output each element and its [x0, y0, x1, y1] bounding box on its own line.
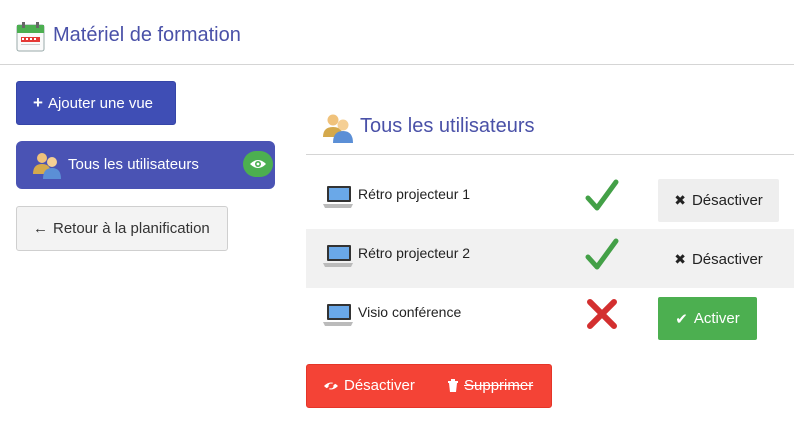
page-header: Matériel de formation — [0, 0, 794, 65]
list-item: Visio conférence ✔ Activer — [306, 288, 794, 347]
close-icon: ✖ — [674, 251, 686, 267]
cross-icon — [587, 299, 617, 329]
visibility-toggle[interactable] — [243, 151, 273, 177]
users-icon — [323, 114, 353, 143]
sidebar-item-label: Tous les utilisateurs — [68, 156, 199, 173]
laptop-icon — [323, 186, 353, 208]
item-name: Visio conférence — [358, 304, 462, 320]
deactivate-label: Désactiver — [691, 251, 763, 268]
close-icon: ✖ — [674, 192, 686, 208]
equipment-list: Rétro projecteur 1 ✖ Désactiver Rétro pr… — [306, 170, 794, 347]
checkmark-icon — [585, 179, 619, 211]
checkmark-icon — [585, 238, 619, 270]
list-item: Rétro projecteur 2 ✖ Désactiver — [306, 229, 794, 288]
deactivate-view-label: Désactiver — [344, 377, 415, 394]
sidebar-item-all-users[interactable]: Tous les utilisateurs — [16, 141, 275, 189]
item-name: Rétro projecteur 1 — [358, 186, 471, 202]
laptop-icon — [323, 245, 353, 267]
laptop-icon — [323, 304, 353, 326]
deactivate-view-button[interactable]: Désactiver — [323, 377, 415, 394]
section-header: Tous les utilisateurs — [306, 100, 794, 155]
trash-icon — [448, 379, 458, 392]
section-title: Tous les utilisateurs — [360, 115, 535, 137]
plus-icon: + — [33, 93, 43, 112]
item-name: Rétro projecteur 2 — [358, 245, 471, 261]
view-actions-bar: Désactiver Supprimer — [306, 364, 552, 408]
users-icon — [33, 153, 61, 179]
check-icon: ✔ — [675, 310, 688, 328]
activate-label: Activer — [693, 310, 740, 327]
list-item: Rétro projecteur 1 ✖ Désactiver — [306, 170, 794, 229]
deactivate-button[interactable]: ✖ Désactiver — [658, 238, 779, 281]
delete-view-button[interactable]: Supprimer — [447, 377, 533, 394]
eye-slash-icon — [324, 379, 338, 392]
add-view-label: Ajouter une vue — [47, 94, 154, 112]
back-to-planning-button[interactable]: ← Retour à la planification — [16, 206, 228, 251]
delete-view-label: Supprimer — [464, 377, 534, 394]
page-title: Matériel de formation — [53, 24, 241, 46]
eye-icon — [250, 160, 266, 168]
deactivate-label: Désactiver — [691, 192, 763, 209]
back-label: Retour à la planification — [53, 220, 210, 237]
deactivate-button[interactable]: ✖ Désactiver — [658, 179, 779, 222]
calendar-icon — [16, 22, 45, 52]
add-view-button[interactable]: + Ajouter une vue — [16, 81, 176, 125]
activate-button[interactable]: ✔ Activer — [658, 297, 757, 340]
arrow-left-icon: ← — [33, 220, 48, 237]
